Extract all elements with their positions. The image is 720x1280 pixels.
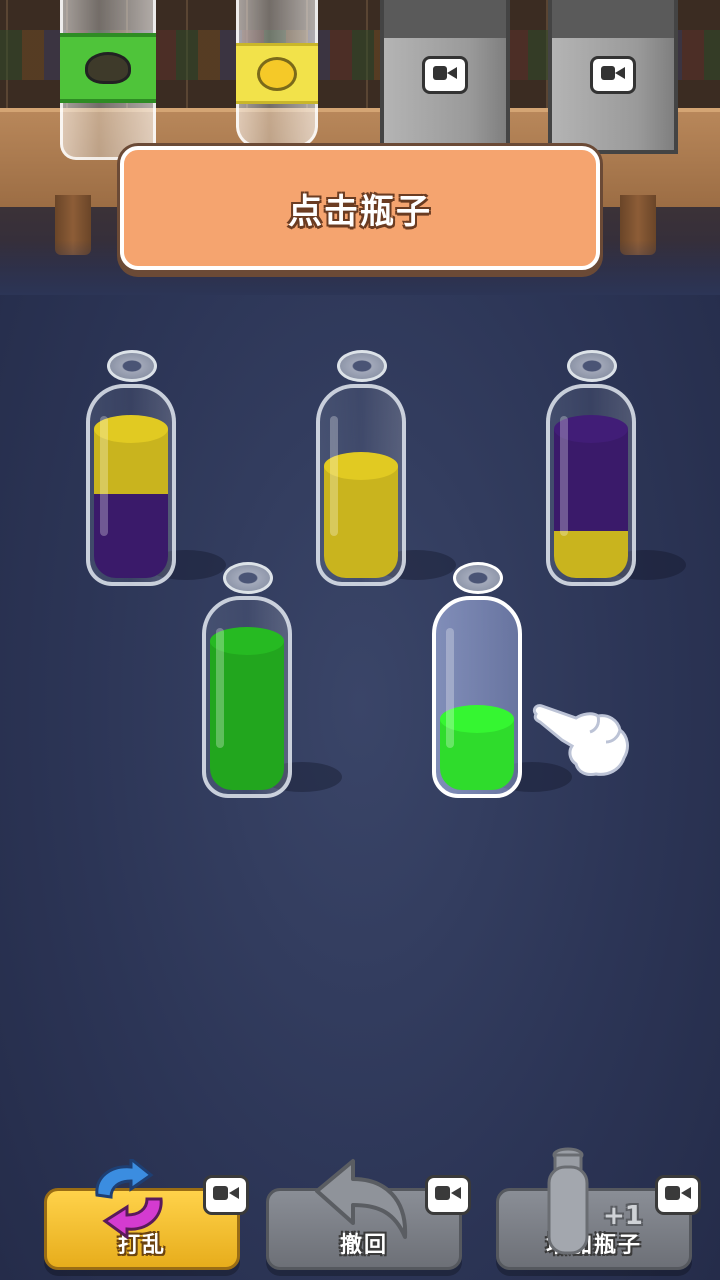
video-ad-icon [655,1175,701,1215]
liquid-layer-yellow [94,429,168,494]
bottle-3[interactable] [546,350,686,586]
shuffle-button[interactable]: 打乱 [44,1159,249,1270]
lemon-cup[interactable] [236,0,318,148]
bottle-body [546,384,636,586]
undo-arrow-icon [315,1159,408,1239]
bottle-cap [107,350,157,382]
bottle-5[interactable] [432,562,572,798]
locked-bag-2[interactable] [548,0,678,154]
liquid-layer-purple [94,494,168,578]
liquid-layer-yellow [554,531,628,578]
video-ad-icon [203,1175,249,1215]
lemon-icon [257,56,297,91]
bottle-body [316,384,406,586]
bottle-2[interactable] [316,350,456,586]
matcha-cup[interactable] [60,0,156,160]
bottle-cap [453,562,503,594]
hint-text: 点击瓶子 [288,191,432,232]
video-ad-icon [422,56,468,94]
bottle-4[interactable] [202,562,342,798]
cup-label [60,33,156,103]
video-ad-icon [425,1175,471,1215]
add-bottle-button[interactable]: +1 增加瓶子 [496,1147,701,1270]
bottle-cap [337,350,387,382]
liquid-layer-bright_green [440,719,514,790]
hint-banner: 点击瓶子 [120,146,600,270]
bottle-body [86,384,176,586]
liquid-layer-green [210,641,284,790]
matcha-bowl-icon [85,52,131,84]
shuffle-arrows-icon [95,1159,163,1239]
bottle-body [432,596,522,798]
liquid-layer-yellow [324,466,398,578]
bottle-cap [567,350,617,382]
bottle-1[interactable] [86,350,226,586]
video-ad-icon [590,56,636,94]
bottle-cap [223,562,273,594]
cup-label [236,43,318,104]
locked-bag-1[interactable] [380,0,510,154]
bottle-body [202,596,292,798]
liquid-layer-purple [554,429,628,531]
bottle-icon [547,1147,589,1255]
pointing-hand-icon [532,704,629,776]
plus-one-badge: +1 [603,1201,643,1231]
undo-button[interactable]: 撤回 [266,1159,471,1270]
